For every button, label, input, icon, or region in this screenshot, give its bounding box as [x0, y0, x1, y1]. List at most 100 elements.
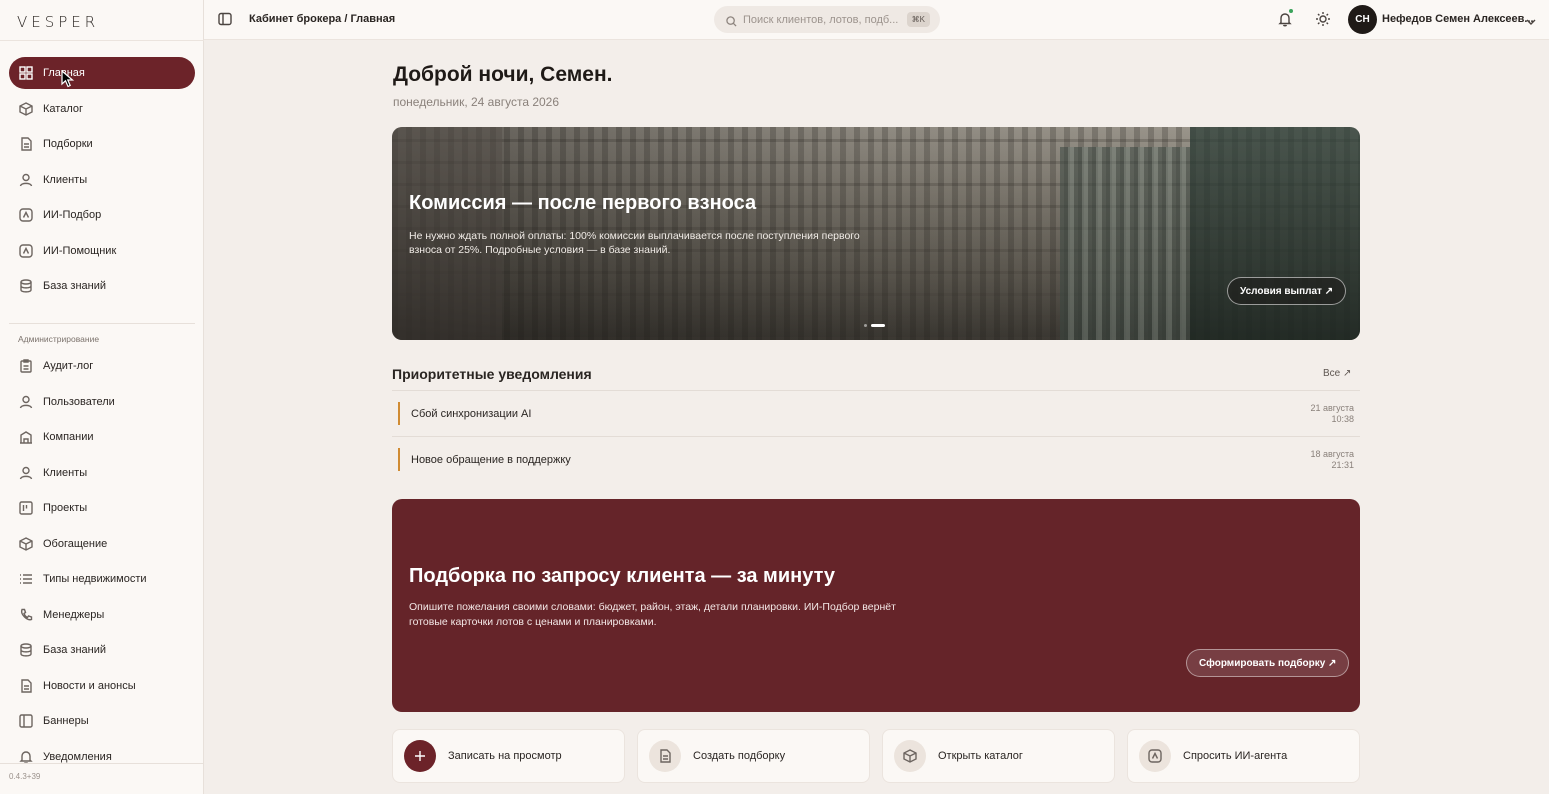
sidebar-item-home[interactable]: Главная	[9, 57, 195, 89]
document-icon	[649, 740, 681, 772]
sidebar-item-managers[interactable]: Менеджеры	[9, 599, 195, 631]
admin-nav: Аудит-лог Пользователи Компании Клиенты …	[9, 350, 195, 776]
notification-row[interactable]: Новое обращение в поддержку 18 августа 2…	[392, 437, 1360, 482]
database-icon	[19, 643, 33, 657]
search-icon	[726, 14, 737, 27]
sidebar-item-label: Обогащение	[43, 537, 108, 550]
create-selection-button[interactable]: Сформировать подборку ↗	[1186, 649, 1350, 677]
chevron-down-icon[interactable]	[1526, 14, 1536, 25]
all-notifications-link[interactable]: Все ↗	[1323, 368, 1351, 379]
sidebar-item-label: Каталог	[43, 102, 83, 115]
sidebar-item-label: База знаний	[43, 644, 107, 656]
notification-date: 18 августа	[1310, 449, 1354, 459]
current-date: понедельник, 24 августа 2026	[393, 95, 560, 109]
mouse-cursor-icon	[61, 70, 75, 88]
notification-date: 21 августа	[1310, 403, 1354, 413]
notification-time: 10:38	[1331, 414, 1354, 424]
notification-row[interactable]: Сбой синхронизации AI 21 августа 10:38	[392, 391, 1360, 436]
sidebar-item-audit-log[interactable]: Аудит-лог	[9, 350, 195, 382]
divider	[9, 323, 195, 324]
cube-icon	[19, 101, 33, 116]
open-catalog-button[interactable]: Открыть каталог	[882, 729, 1115, 783]
breadcrumb: Кабинет брокера / Главная	[249, 13, 396, 25]
ai-icon	[19, 208, 33, 222]
document-icon	[19, 137, 33, 151]
sidebar-item-enrichment[interactable]: Обогащение	[9, 528, 195, 560]
notification-timestamp: 18 августа 21:31	[1310, 449, 1354, 471]
user-icon	[19, 173, 33, 187]
sidebar-item-ai-assistant[interactable]: ИИ-Помощник	[9, 235, 195, 267]
sidebar-item-companies[interactable]: Компании	[9, 421, 195, 453]
sidebar-item-banners[interactable]: Баннеры	[9, 705, 195, 737]
notification-text: Сбой синхронизации AI	[411, 408, 532, 420]
ai-icon	[19, 243, 33, 258]
list-icon	[19, 572, 33, 586]
search-box[interactable]: ⌘K	[714, 6, 940, 33]
building-icon	[19, 430, 33, 444]
sidebar-item-notifications[interactable]: Уведомления	[9, 741, 195, 773]
sidebar-item-label: База знаний	[43, 280, 107, 292]
action-label: Открыть каталог	[938, 750, 1023, 762]
sidebar-item-admin-clients[interactable]: Клиенты	[9, 457, 195, 489]
plus-icon	[404, 740, 436, 772]
unread-indicator	[1289, 9, 1293, 13]
priority-marker	[398, 402, 400, 425]
sidebar-item-catalog[interactable]: Каталог	[9, 93, 195, 125]
action-label: Спросить ИИ-агента	[1183, 750, 1288, 762]
kanban-icon	[19, 501, 33, 515]
sidebar-item-label: ИИ-Подбор	[43, 209, 102, 221]
payout-terms-button[interactable]: Условия выплат ↗	[1227, 277, 1347, 305]
sidebar-item-label: Компании	[43, 431, 94, 443]
priority-marker	[398, 448, 400, 471]
notification-text: Новое обращение в поддержку	[411, 454, 571, 466]
sidebar-item-users[interactable]: Пользователи	[9, 386, 195, 418]
ask-ai-agent-button[interactable]: Спросить ИИ-агента	[1127, 729, 1360, 783]
schedule-viewing-button[interactable]: Записать на просмотр	[392, 729, 625, 783]
action-label: Записать на просмотр	[448, 750, 562, 762]
sidebar-item-label: Аудит-лог	[43, 360, 94, 372]
sidebar-item-admin-knowledge-base[interactable]: База знаний	[9, 634, 195, 666]
grid-icon	[19, 66, 33, 80]
theme-toggle-sun-icon[interactable]	[1315, 11, 1331, 27]
sidebar-item-label: Подборки	[43, 138, 93, 150]
top-header: Кабинет брокера / Главная ⌘K СН Нефедов …	[204, 0, 1549, 40]
carousel-dot-active[interactable]	[871, 324, 885, 327]
create-selection-action-button[interactable]: Создать подборку	[637, 729, 870, 783]
banner-text: Не нужно ждать полной оплаты: 100% комис…	[409, 230, 860, 256]
divider	[0, 763, 204, 764]
sidebar-item-label: Проекты	[43, 502, 88, 514]
notifications-bell-icon[interactable]	[1277, 11, 1293, 27]
search-input[interactable]	[743, 13, 903, 26]
sidebar-item-news[interactable]: Новости и анонсы	[9, 670, 195, 702]
logo[interactable]: VESPER	[17, 13, 99, 31]
document-icon	[19, 678, 33, 693]
divider	[0, 40, 204, 41]
cube-icon	[894, 740, 926, 772]
sidebar-item-label: Типы недвижимости	[43, 573, 147, 585]
sidebar-item-projects[interactable]: Проекты	[9, 492, 195, 524]
app-version: 0.4.3+39	[9, 772, 41, 781]
sidebar-item-label: Пользователи	[43, 395, 115, 408]
avatar[interactable]: СН	[1348, 5, 1377, 34]
promo-text: Опишите пожелания своими словами: бюджет…	[409, 601, 896, 628]
sidebar-item-label: ИИ-Помощник	[43, 244, 117, 257]
sidebar-item-label: Клиенты	[43, 466, 88, 479]
ai-selection-promo: Подборка по запросу клиента — за минуту …	[392, 499, 1360, 712]
sidebar: VESPER Главная Каталог Подборки Клиенты …	[0, 0, 204, 794]
sidebar-item-label: Менеджеры	[43, 608, 105, 621]
sidebar-item-knowledge-base[interactable]: База знаний	[9, 270, 195, 302]
page-title: Доброй ночи, Семен.	[393, 63, 613, 86]
user-icon	[19, 466, 33, 480]
sidebar-item-clients[interactable]: Клиенты	[9, 164, 195, 196]
sidebar-item-property-types[interactable]: Типы недвижимости	[9, 563, 195, 595]
sidebar-toggle-icon[interactable]	[218, 12, 232, 26]
carousel-dot[interactable]	[864, 324, 867, 327]
sidebar-item-label: Баннеры	[43, 715, 89, 727]
promo-title: Подборка по запросу клиента — за минуту	[409, 565, 836, 587]
database-icon	[19, 279, 33, 293]
user-name[interactable]: Нефедов Семен Алексеев...	[1382, 13, 1534, 25]
sidebar-item-ai-selection[interactable]: ИИ-Подбор	[9, 199, 195, 231]
sidebar-item-selections[interactable]: Подборки	[9, 128, 195, 160]
clipboard-icon	[19, 359, 33, 373]
banner-title: Комиссия — после первого взноса	[409, 192, 757, 214]
